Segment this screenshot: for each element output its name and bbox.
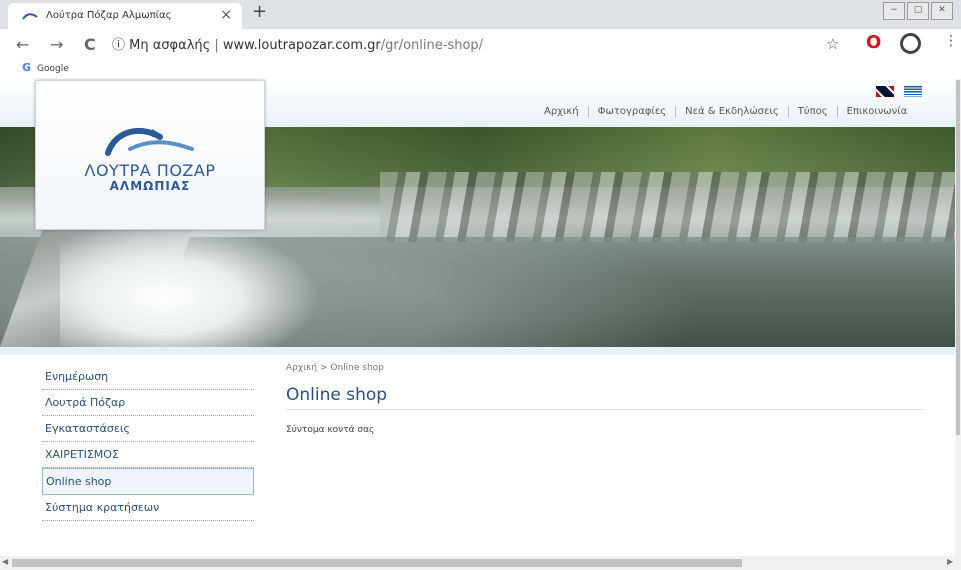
main-menu: Αρχική Φωτογραφίες Νεά & Εκδηλώσεις Τύπο…: [535, 106, 916, 117]
sidebar-item-news[interactable]: Ενημέρωση: [42, 364, 254, 390]
menu-item-contact[interactable]: Επικοινωνία: [836, 106, 917, 117]
sidebar-item-booking[interactable]: Σύστημα κρατήσεων: [42, 495, 254, 521]
window-controls: − ▢ ✕: [883, 2, 953, 20]
page-body-text: Σύντομα κοντά σας: [286, 425, 375, 435]
title-divider: [286, 409, 925, 410]
tab-strip: Λούτρα Πόζαρ Αλμωπίας × + − ▢ ✕: [0, 0, 961, 29]
opera-extension-icon[interactable]: O: [866, 32, 881, 53]
menu-item-news[interactable]: Νεά & Εκδηλώσεις: [675, 106, 788, 117]
info-icon[interactable]: ⓘ: [112, 38, 125, 53]
sidebar-nav: Ενημέρωση Λουτρά Πόζαρ Εγκαταστάσεις ΧΑΙ…: [42, 364, 254, 521]
scroll-right-icon[interactable]: ▶: [947, 557, 953, 566]
scroll-left-icon[interactable]: ◀: [2, 557, 8, 566]
maximize-button[interactable]: ▢: [907, 2, 929, 20]
forward-button[interactable]: →: [50, 35, 63, 54]
reload-button[interactable]: C: [84, 35, 96, 54]
logo-subtitle: ΑΛΜΩΠΙΑΣ: [109, 179, 191, 193]
menu-item-press[interactable]: Τύπος: [787, 106, 837, 117]
bookmarks-bar: G Google: [0, 59, 961, 79]
browser-tab[interactable]: Λούτρα Πόζαρ Αλμωπίας ×: [8, 3, 242, 29]
menu-item-home[interactable]: Αρχική: [535, 106, 588, 117]
logo-swoosh-icon: [105, 127, 194, 156]
english-flag-icon[interactable]: [876, 86, 894, 97]
page-title: Online shop: [286, 385, 388, 405]
language-switcher: [876, 86, 922, 97]
back-button[interactable]: ←: [16, 35, 29, 54]
sidebar-item-greeting[interactable]: ΧΑΙΡΕΤΙΣΜΟΣ: [42, 442, 254, 468]
address-bar[interactable]: ⓘ Μη ασφαλής | www.loutrapozar.com.gr/gr…: [112, 34, 483, 53]
hero-waterfall: [60, 222, 320, 347]
new-tab-button[interactable]: +: [252, 1, 267, 22]
site-favicon-icon: [22, 13, 38, 20]
greek-flag-icon[interactable]: [904, 86, 922, 97]
security-status: Μη ασφαλής: [129, 38, 211, 53]
sidebar-item-facilities[interactable]: Εγκαταστάσεις: [42, 416, 254, 442]
tab-close-icon[interactable]: ×: [220, 7, 232, 23]
horizontal-scroll-thumb[interactable]: [12, 559, 742, 567]
browser-toolbar: ← → C ⓘ Μη ασφαλής | www.loutrapozar.com…: [0, 29, 961, 59]
url-host: www.loutrapozar.com.gr: [222, 38, 381, 53]
menu-item-photos[interactable]: Φωτογραφίες: [587, 106, 676, 117]
bookmark-star-icon[interactable]: ☆: [826, 35, 839, 53]
bookmark-google[interactable]: G Google: [22, 61, 69, 74]
logo-title: ΛΟΥΤΡΑ ΠΟΖΑΡ: [84, 161, 216, 180]
sidebar-item-baths[interactable]: Λουτρά Πόζαρ: [42, 390, 254, 416]
bookmark-label: Google: [37, 64, 69, 74]
divider-strip: [0, 347, 955, 355]
sidebar-item-online-shop[interactable]: Online shop: [42, 468, 254, 495]
close-window-button[interactable]: ✕: [931, 2, 953, 20]
menu-dots-icon[interactable]: ⋮: [944, 33, 958, 49]
breadcrumb[interactable]: Αρχική > Online shop: [286, 363, 384, 373]
account-icon[interactable]: [900, 33, 921, 54]
site-logo[interactable]: ΛΟΥΤΡΑ ΠΟΖΑΡ ΑΛΜΩΠΙΑΣ: [35, 80, 265, 230]
url-path: /gr/online-shop/: [380, 38, 484, 53]
hero-rocks: [380, 172, 955, 242]
google-icon: G: [22, 61, 32, 74]
vertical-scroll-thumb[interactable]: [956, 80, 960, 435]
tab-title: Λούτρα Πόζαρ Αλμωπίας: [46, 10, 172, 21]
minimize-button[interactable]: −: [883, 2, 905, 20]
